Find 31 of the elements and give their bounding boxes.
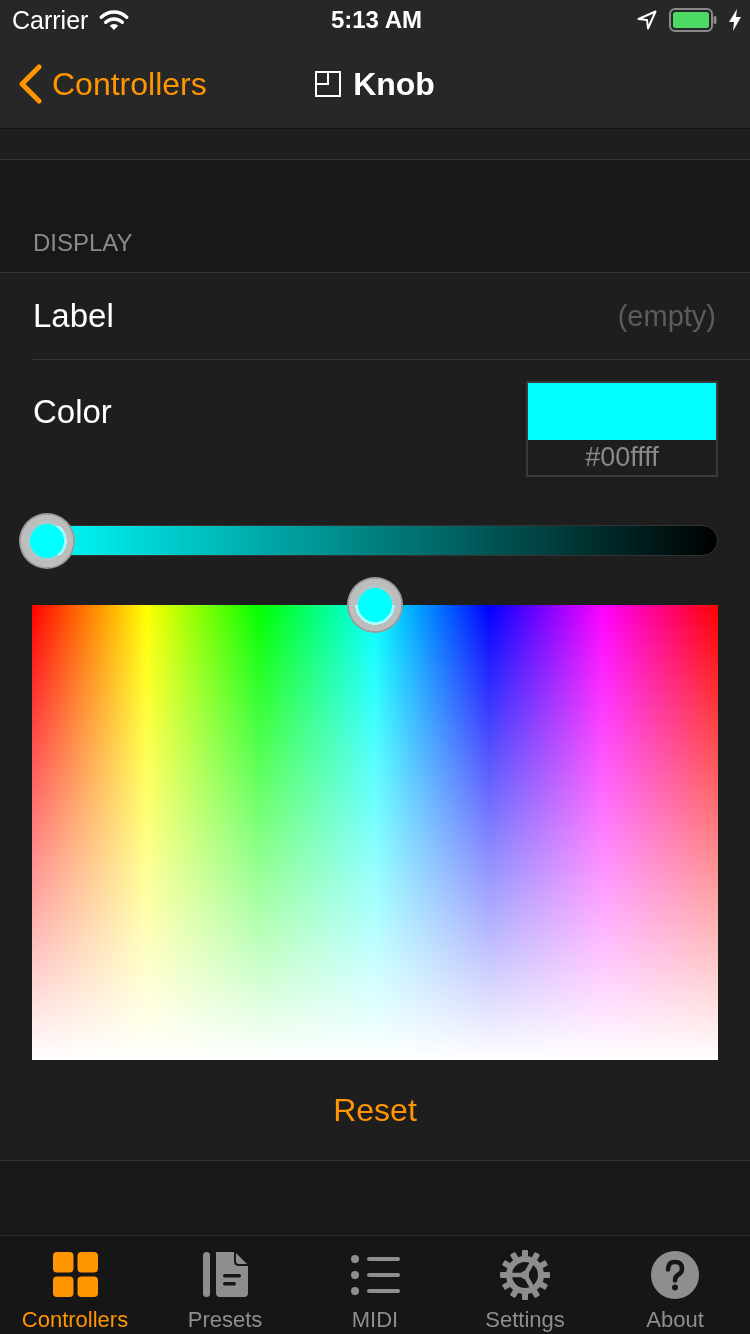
tab-bar-item[interactable]: About (600, 1236, 750, 1334)
label-input-field[interactable]: (empty) (416, 298, 716, 334)
setting-label: Label (33, 296, 114, 336)
document-icon (202, 1252, 248, 1297)
hue-saturation-picker[interactable] (32, 577, 718, 1060)
chevron-left-icon (18, 64, 42, 104)
picker-thumb[interactable] (347, 577, 403, 633)
screen-title: Knob (353, 65, 435, 104)
location-arrow-icon (637, 10, 657, 30)
battery-icon (669, 8, 717, 32)
gear-icon (500, 1249, 550, 1300)
section-header: DISPLAY (33, 229, 133, 257)
carrier-name: Carrier (12, 5, 89, 35)
color-well[interactable]: #00ffff (526, 381, 718, 477)
setting-label: Color (33, 392, 112, 432)
tab-bar-item[interactable]: MIDI (300, 1236, 450, 1334)
charging-bolt-icon (729, 9, 741, 31)
tab-bar-item[interactable]: Settings (450, 1236, 600, 1334)
slider-thumb[interactable] (19, 513, 75, 569)
tab-bar-item[interactable]: Controllers (0, 1236, 150, 1334)
back-button[interactable]: Controllers (0, 54, 211, 114)
help-icon (651, 1250, 699, 1299)
wifi-icon (99, 9, 130, 31)
split-square-icon (315, 71, 342, 97)
hex-value: #00ffff (584, 441, 660, 474)
reset-button[interactable]: Reset (327, 1090, 423, 1130)
list-icon (350, 1254, 400, 1295)
brightness-slider[interactable] (19, 513, 718, 569)
status-time: 5:13 AM (330, 5, 423, 35)
tab-bar-item[interactable]: Presets (150, 1236, 300, 1334)
grid-icon (52, 1252, 98, 1297)
